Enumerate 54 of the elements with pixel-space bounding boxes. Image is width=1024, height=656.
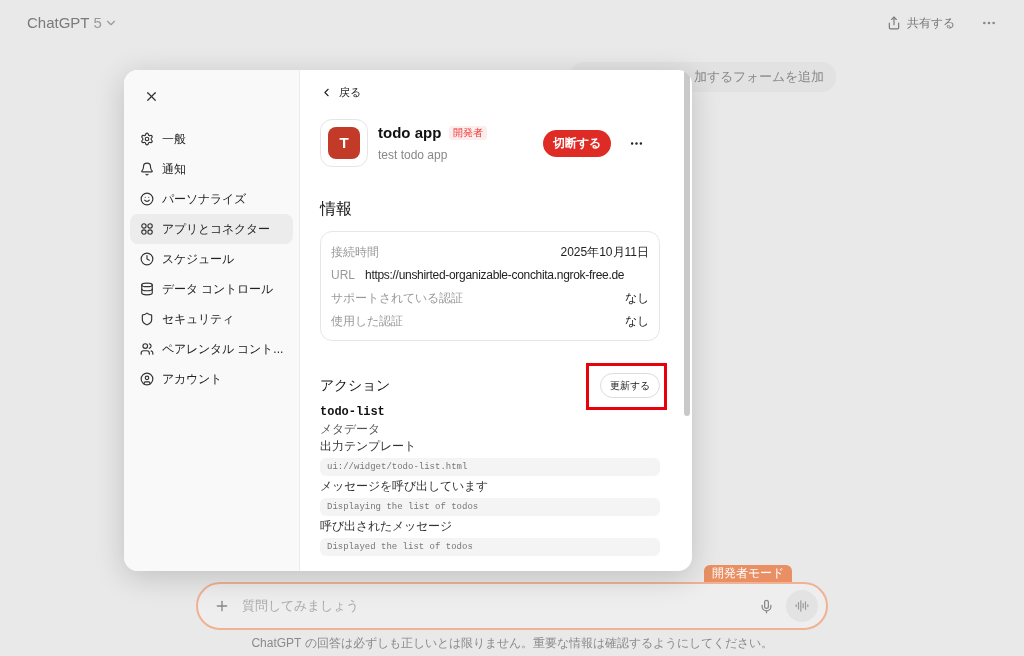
clock-icon — [140, 252, 154, 266]
info-value: 2025年10月11日 — [560, 243, 649, 261]
share-button[interactable]: 共有する — [887, 14, 955, 32]
app-icon: T — [328, 127, 360, 159]
code-value: Displaying the list of todos — [320, 498, 660, 516]
apps-icon — [140, 222, 154, 236]
developer-badge: 開発者 — [449, 126, 488, 140]
disclaimer: ChatGPT の回答は必ずしも正しいとは限りません。重要な情報は確認するようにしてください。 — [251, 635, 773, 652]
info-label: 使用した認証 — [331, 312, 403, 330]
model-title[interactable]: ChatGPT — [27, 11, 90, 35]
smile-icon — [140, 192, 154, 206]
voice-button[interactable] — [786, 590, 818, 622]
section-heading: アクション — [320, 376, 390, 395]
action-name: todo-list — [320, 404, 386, 421]
code-value: Displayed the list of todos — [320, 538, 660, 556]
disconnect-button[interactable]: 切断する — [543, 129, 611, 157]
info-value: https://unshirted-organizable-conchita.ngrok-free.de — [365, 266, 625, 284]
nav-item[interactable]: パーソナライズ — [130, 184, 293, 214]
section-heading: 情報 — [320, 199, 353, 219]
code-value: ui://widget/todo-list.html — [320, 458, 660, 476]
nav-item[interactable]: アカウント — [130, 364, 293, 394]
refresh-button[interactable]: 更新する — [600, 373, 660, 398]
voice-wave-icon — [795, 599, 809, 613]
microphone-icon[interactable] — [759, 598, 774, 614]
share-icon — [887, 16, 901, 30]
developer-mode-badge: 開発者モード — [704, 565, 792, 582]
composer[interactable]: 質問してみましょう — [196, 582, 828, 630]
app-name: todo app — [378, 122, 442, 143]
metadata-label: メタデータ — [320, 422, 381, 436]
nav-item[interactable]: ペアレンタル コント... — [130, 334, 293, 364]
info-label: サポートされている認証 — [331, 289, 463, 307]
message-input[interactable]: 質問してみましょう — [242, 596, 759, 616]
bell-icon — [140, 162, 154, 176]
info-value: なし — [625, 312, 649, 330]
back-button[interactable]: 戻る — [320, 84, 361, 100]
nav-item[interactable]: スケジュール — [130, 244, 293, 274]
shield-icon — [140, 312, 154, 326]
info-value: なし — [625, 289, 649, 307]
field-label: 出力テンプレート — [320, 439, 417, 454]
info-label: 接続時間 — [331, 243, 379, 261]
database-icon — [140, 282, 154, 296]
nav-item[interactable]: データ コントロール — [130, 274, 293, 304]
account-icon — [140, 372, 154, 386]
nav-item[interactable]: アプリとコネクター — [130, 214, 293, 244]
nav-item[interactable]: セキュリティ — [130, 304, 293, 334]
settings-icon — [140, 132, 154, 146]
users-icon — [140, 342, 154, 356]
field-label: 呼び出されたメッセージ — [320, 519, 453, 534]
nav-item[interactable]: 一般 — [130, 124, 293, 154]
app-description: test todo app — [378, 147, 449, 165]
field-label: メッセージを呼び出しています — [320, 479, 489, 494]
plus-icon[interactable] — [214, 598, 230, 614]
info-label: URL — [331, 266, 355, 284]
nav-item[interactable]: 通知 — [130, 154, 293, 184]
